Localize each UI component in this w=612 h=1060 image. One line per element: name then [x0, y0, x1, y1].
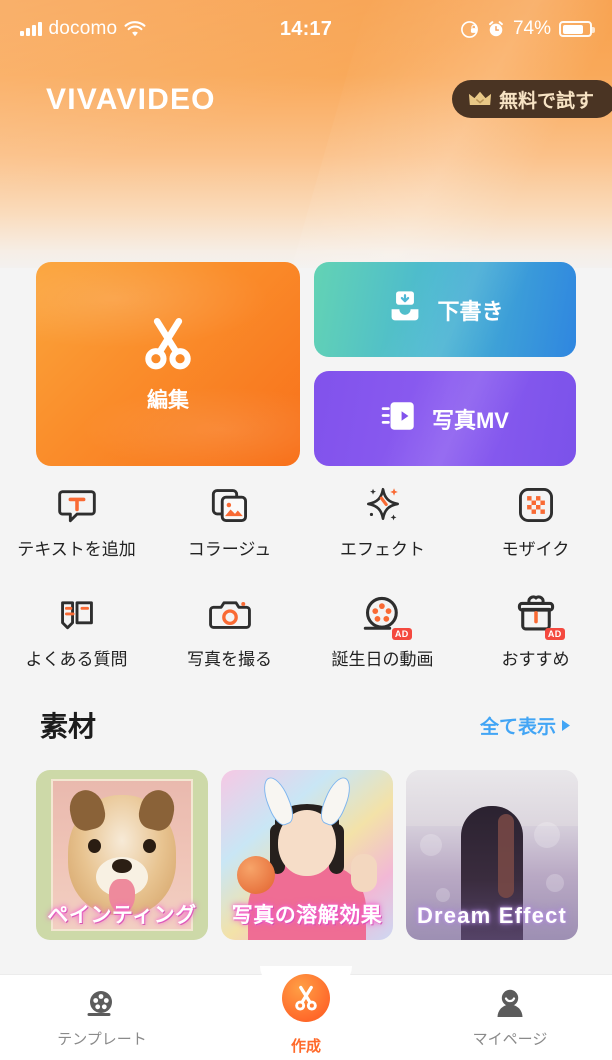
- chevron-right-icon: [562, 719, 570, 731]
- scissors-icon: [295, 985, 317, 1011]
- main-action-cards: 編集 下書き 写真MV: [36, 262, 576, 466]
- battery-percent-label: 74%: [512, 18, 551, 39]
- feature-collage[interactable]: コラージュ: [153, 482, 306, 562]
- feature-faq[interactable]: よくある質問: [0, 592, 153, 672]
- feature-label: よくある質問: [25, 649, 128, 669]
- person-icon: [497, 989, 523, 1017]
- nav-label: 作成: [290, 1037, 321, 1055]
- nav-item-create[interactable]: 作成: [204, 973, 408, 1056]
- thumbnail-caption: ペインティング: [47, 904, 197, 927]
- silhouette-hair: [498, 814, 514, 898]
- ad-badge: AD: [544, 627, 565, 640]
- feature-label: エフェクト: [340, 540, 425, 559]
- film-reel-icon: [87, 990, 112, 1016]
- premium-trial-label: 無料で試す: [498, 90, 594, 112]
- 3d-play-card-icon: [381, 397, 419, 441]
- feature-recommended[interactable]: AD おすすめ: [459, 592, 612, 672]
- film-reel-icon: AD: [362, 592, 412, 640]
- feature-row-2: よくある質問 写真を撮る AD 誕生日の動画 AD おすすめ: [0, 592, 612, 672]
- bunny-ears: [258, 773, 356, 829]
- material-thumbnail[interactable]: ペインティング: [36, 770, 208, 940]
- create-fab[interactable]: [282, 973, 330, 1022]
- bokeh-dot: [534, 822, 560, 848]
- dog-eye-right: [143, 839, 156, 853]
- bokeh-dot: [546, 874, 564, 892]
- peace-hand: [351, 854, 377, 892]
- collage-photos-icon: [210, 482, 250, 528]
- status-bar-right: 74%: [460, 18, 595, 40]
- feature-label: 誕生日の動画: [331, 649, 434, 669]
- sparkle-effect-icon: [362, 482, 404, 528]
- feature-label: テキストを追加: [17, 540, 136, 559]
- app-logo: VIVAVIDEO: [46, 83, 216, 116]
- nav-label: マイページ: [472, 1030, 548, 1048]
- secondary-cards: 下書き 写真MV: [314, 262, 576, 466]
- feature-mosaic[interactable]: モザイク: [459, 482, 612, 562]
- gift-box-icon: AD: [515, 592, 565, 640]
- feature-row-1: テキストを追加 コラージュ エフェクト モザイク: [0, 482, 612, 562]
- ad-badge: AD: [391, 627, 412, 640]
- feature-label: モザイク: [501, 540, 570, 559]
- draft-card-label: 下書き: [437, 298, 504, 324]
- rotation-lock-icon: [461, 20, 478, 38]
- dog-head: [65, 786, 179, 915]
- bottom-navigation: テンプレート 作成 マイページ: [0, 966, 612, 1060]
- feature-label: おすすめ: [501, 649, 570, 669]
- material-thumbnail[interactable]: 写真の溶解効果: [221, 770, 393, 940]
- see-all-label: 全て表示: [479, 716, 556, 738]
- materials-title: 素材: [40, 711, 97, 742]
- thumbnail-caption: 写真の溶解効果: [231, 904, 383, 927]
- camera-icon: [208, 592, 251, 638]
- feature-take-photo[interactable]: 写真を撮る: [153, 592, 306, 672]
- battery-icon: [559, 21, 595, 37]
- bokeh-dot: [436, 888, 450, 902]
- photo-mv-card[interactable]: 写真MV: [314, 371, 576, 466]
- feature-label: 写真を撮る: [187, 649, 272, 669]
- thumbnail-caption: Dream Effect: [416, 903, 568, 928]
- nav-label: テンプレート: [57, 1030, 147, 1048]
- scissors-icon: [145, 317, 191, 370]
- inbox-tray-icon: [386, 288, 424, 332]
- nav-item-mypage[interactable]: マイページ: [408, 987, 612, 1049]
- see-all-link[interactable]: 全て表示: [480, 712, 572, 739]
- bokeh-dot: [420, 834, 442, 856]
- dog-nose: [112, 859, 132, 873]
- feature-birthday-video[interactable]: AD 誕生日の動画: [306, 592, 459, 672]
- edit-card[interactable]: 編集: [36, 262, 300, 466]
- draft-card[interactable]: 下書き: [314, 262, 576, 357]
- material-thumbnail[interactable]: Dream Effect: [406, 770, 578, 940]
- app-screen: docomo 14:17 74% VIVAVIDEO 無料で試す 編集 下書き …: [0, 0, 612, 1060]
- faq-book-icon: [57, 592, 97, 638]
- status-bar: docomo 14:17 74%: [0, 0, 612, 58]
- edit-card-label: 編集: [147, 389, 189, 412]
- crown-icon: [468, 91, 492, 105]
- text-bubble-icon: [57, 482, 97, 528]
- nav-item-templates[interactable]: テンプレート: [0, 987, 204, 1049]
- feature-label: コラージュ: [187, 540, 272, 559]
- alarm-clock-icon: [489, 21, 503, 37]
- feature-add-text[interactable]: テキストを追加: [0, 482, 153, 562]
- apple-prop: [237, 856, 275, 894]
- materials-thumbnails: ペインティング 写真の溶解効果 Dream Effect: [36, 770, 581, 940]
- brand-row: VIVAVIDEO 無料で試す: [0, 78, 612, 122]
- dog-eye-left: [88, 839, 101, 853]
- photo-mv-card-label: 写真MV: [431, 407, 509, 433]
- mosaic-grid-icon: [516, 482, 556, 528]
- premium-trial-button[interactable]: 無料で試す: [451, 80, 612, 118]
- feature-grid: テキストを追加 コラージュ エフェクト モザイク よくある質問 写真を撮る AD…: [0, 482, 612, 672]
- feature-effects[interactable]: エフェクト: [306, 482, 459, 562]
- materials-header: 素材 全て表示: [0, 705, 612, 745]
